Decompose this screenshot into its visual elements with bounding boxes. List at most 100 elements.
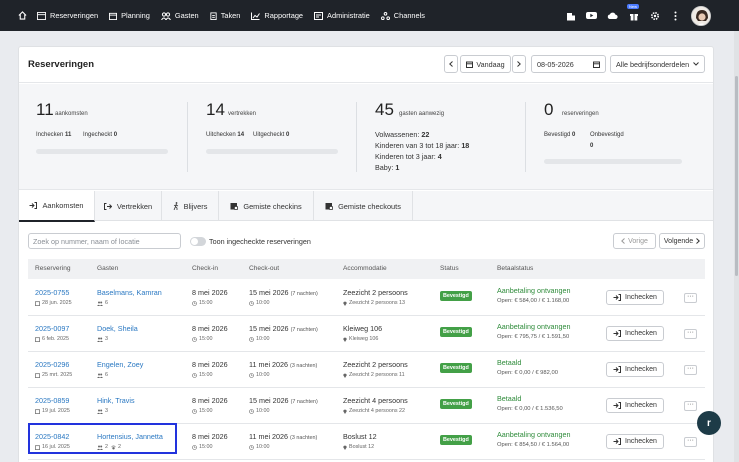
- checkin-button[interactable]: Inchecken: [606, 362, 664, 377]
- next-day-button[interactable]: [512, 55, 526, 73]
- guests-adults: Volwassenen: 22: [375, 130, 430, 139]
- status-badge: Bevestigd: [440, 291, 472, 301]
- payment-status-link[interactable]: Betaald: [497, 394, 521, 403]
- search-input[interactable]: [28, 233, 181, 249]
- show-checked-in-toggle[interactable]: [190, 237, 206, 246]
- reservation-number-link[interactable]: 2025-0859: [35, 396, 69, 405]
- tab-stayers[interactable]: Blijvers: [162, 191, 219, 221]
- business-unit-value: Alle bedrijfsonderdelen: [616, 59, 690, 69]
- cloud-download-icon[interactable]: [607, 10, 618, 21]
- tab-missed-checkouts[interactable]: Gemiste checkouts: [314, 191, 413, 221]
- date-input[interactable]: 08-05-2026: [531, 55, 606, 73]
- today-button[interactable]: Vandaag: [460, 55, 511, 73]
- prev-day-button[interactable]: [444, 55, 458, 73]
- location-pin-icon: [343, 409, 347, 414]
- guest-name-link[interactable]: Engelen, Zoey: [97, 360, 143, 369]
- gear-icon[interactable]: [649, 10, 660, 21]
- chat-widget-button[interactable]: r: [697, 411, 721, 435]
- clock-icon: [249, 444, 254, 450]
- checkin-button[interactable]: Inchecken: [606, 290, 664, 305]
- clock-icon: [249, 300, 254, 306]
- guests-kids: Kinderen tot 3 jaar: 4: [375, 152, 442, 161]
- checkout-date: 11 mei 2026 (3 nachten): [249, 360, 318, 369]
- departures-label: vertrekken: [228, 111, 257, 117]
- guest-name-link[interactable]: Doek, Sheila: [97, 324, 138, 333]
- payment-status-link[interactable]: Aanbetaling ontvangen: [497, 430, 571, 439]
- gift-icon[interactable]: New: [627, 4, 640, 21]
- tab-missed-checkouts-label: Gemiste checkouts: [338, 201, 401, 211]
- checkin-time: 15:00: [192, 300, 213, 306]
- business-unit-select[interactable]: Alle bedrijfsonderdelen: [610, 55, 705, 73]
- guests-icon: [97, 373, 103, 378]
- nav-channels[interactable]: Channels: [380, 11, 425, 20]
- kebab-menu-icon[interactable]: [670, 10, 681, 21]
- stat-divider: [356, 102, 357, 172]
- reservation-date: 28 jun. 2025: [35, 300, 72, 306]
- checkin-time: 15:00: [192, 336, 213, 342]
- topbar-actions: New: [555, 0, 711, 31]
- building-icon[interactable]: [565, 10, 576, 21]
- sign-in-icon: [613, 402, 622, 409]
- sign-in-icon: [613, 366, 622, 373]
- sign-in-icon: [613, 438, 622, 445]
- tab-arrivals[interactable]: Aankomsten: [19, 191, 95, 222]
- admin-icon: [314, 11, 324, 20]
- channels-icon: [380, 11, 390, 20]
- nav-planning[interactable]: Planning: [109, 11, 150, 20]
- stats-overview: 11 aankomsten Inchecken 11 Ingecheckt 0 …: [19, 84, 713, 190]
- next-page-button[interactable]: Volgende: [659, 233, 705, 249]
- arrivals-checked-in: Ingecheckt 0: [83, 132, 118, 138]
- page-scrollbar[interactable]: [734, 31, 739, 462]
- nav-reservations[interactable]: Reserveringen: [37, 11, 98, 20]
- previous-page-button[interactable]: Vorige: [613, 233, 656, 249]
- more-actions-button[interactable]: ···: [684, 293, 697, 303]
- guests-count: 45: [375, 100, 394, 119]
- table-row[interactable]: 2025-0296 25 mrt. 2025 Engelen, Zoey 6 8 mei…: [28, 352, 705, 388]
- checkout-time: 10:00: [249, 408, 270, 414]
- show-checked-in-label: Toon ingecheckte reserveringen: [209, 237, 311, 246]
- reservations-panel: Reserveringen Vandaag 08-05-2026 Alle be…: [18, 46, 714, 462]
- table-row[interactable]: 2025-0859 19 jul. 2025 Hink, Travis 3 8 mei …: [28, 388, 705, 424]
- checkin-date: 8 mei 2026: [192, 432, 228, 441]
- guests-icon: [160, 11, 171, 20]
- tab-departures[interactable]: Vertrekken: [95, 191, 162, 221]
- guest-name-link[interactable]: Baselmans, Kamran: [97, 288, 162, 297]
- youtube-icon[interactable]: [586, 10, 597, 21]
- nav-tasks[interactable]: Taken: [210, 11, 240, 20]
- guests-baby: Baby: 1: [375, 163, 400, 172]
- payment-status-link[interactable]: Aanbetaling ontvangen: [497, 286, 571, 295]
- reservation-date: 6 feb. 2025: [35, 336, 69, 342]
- more-actions-button[interactable]: ···: [684, 401, 697, 411]
- table-row[interactable]: 2025-0755 28 jun. 2025 Baselmans, Kamran 6 8…: [28, 280, 705, 316]
- guest-name-link[interactable]: Hink, Travis: [97, 396, 135, 405]
- checkin-button-label: Inchecken: [625, 330, 657, 337]
- reservation-number-link[interactable]: 2025-0296: [35, 360, 69, 369]
- checkin-button[interactable]: Inchecken: [606, 326, 664, 341]
- more-actions-button[interactable]: ···: [684, 329, 697, 339]
- nav-guests[interactable]: Gasten: [160, 11, 199, 20]
- reservation-number-link[interactable]: 2025-0755: [35, 288, 69, 297]
- accommodation-location: Kleiweg 106: [343, 336, 378, 342]
- home-icon[interactable]: [18, 11, 27, 20]
- reservation-number-link[interactable]: 2025-0097: [35, 324, 69, 333]
- stat-departures: 14 vertrekken Uitchecken 14 Uitgecheckt …: [206, 84, 356, 190]
- payment-status-link[interactable]: Aanbetaling ontvangen: [497, 322, 571, 331]
- checkin-time: 15:00: [192, 408, 213, 414]
- chart-icon: [251, 12, 261, 20]
- guest-count: 3: [97, 336, 108, 342]
- status-badge: Bevestigd: [440, 363, 472, 373]
- payment-open-amount: Open: € 795,75 / € 1.591,50: [497, 334, 570, 340]
- more-actions-button[interactable]: ···: [684, 437, 697, 447]
- scrollbar-thumb[interactable]: [735, 76, 738, 276]
- tab-arrivals-label: Aankomsten: [42, 201, 84, 210]
- table-row[interactable]: 2025-0097 6 feb. 2025 Doek, Sheila 3 8 mei 2…: [28, 316, 705, 352]
- checkin-time: 15:00: [192, 444, 213, 450]
- payment-status-link[interactable]: Betaald: [497, 358, 521, 367]
- avatar[interactable]: [691, 5, 711, 26]
- nav-reports[interactable]: Rapportage: [251, 11, 303, 20]
- tab-missed-checkins[interactable]: Gemiste checkins: [219, 191, 314, 221]
- more-actions-button[interactable]: ···: [684, 365, 697, 375]
- checkin-button[interactable]: Inchecken: [606, 398, 664, 413]
- nav-administration[interactable]: Administratie: [314, 11, 370, 20]
- checkin-button[interactable]: Inchecken: [606, 434, 664, 449]
